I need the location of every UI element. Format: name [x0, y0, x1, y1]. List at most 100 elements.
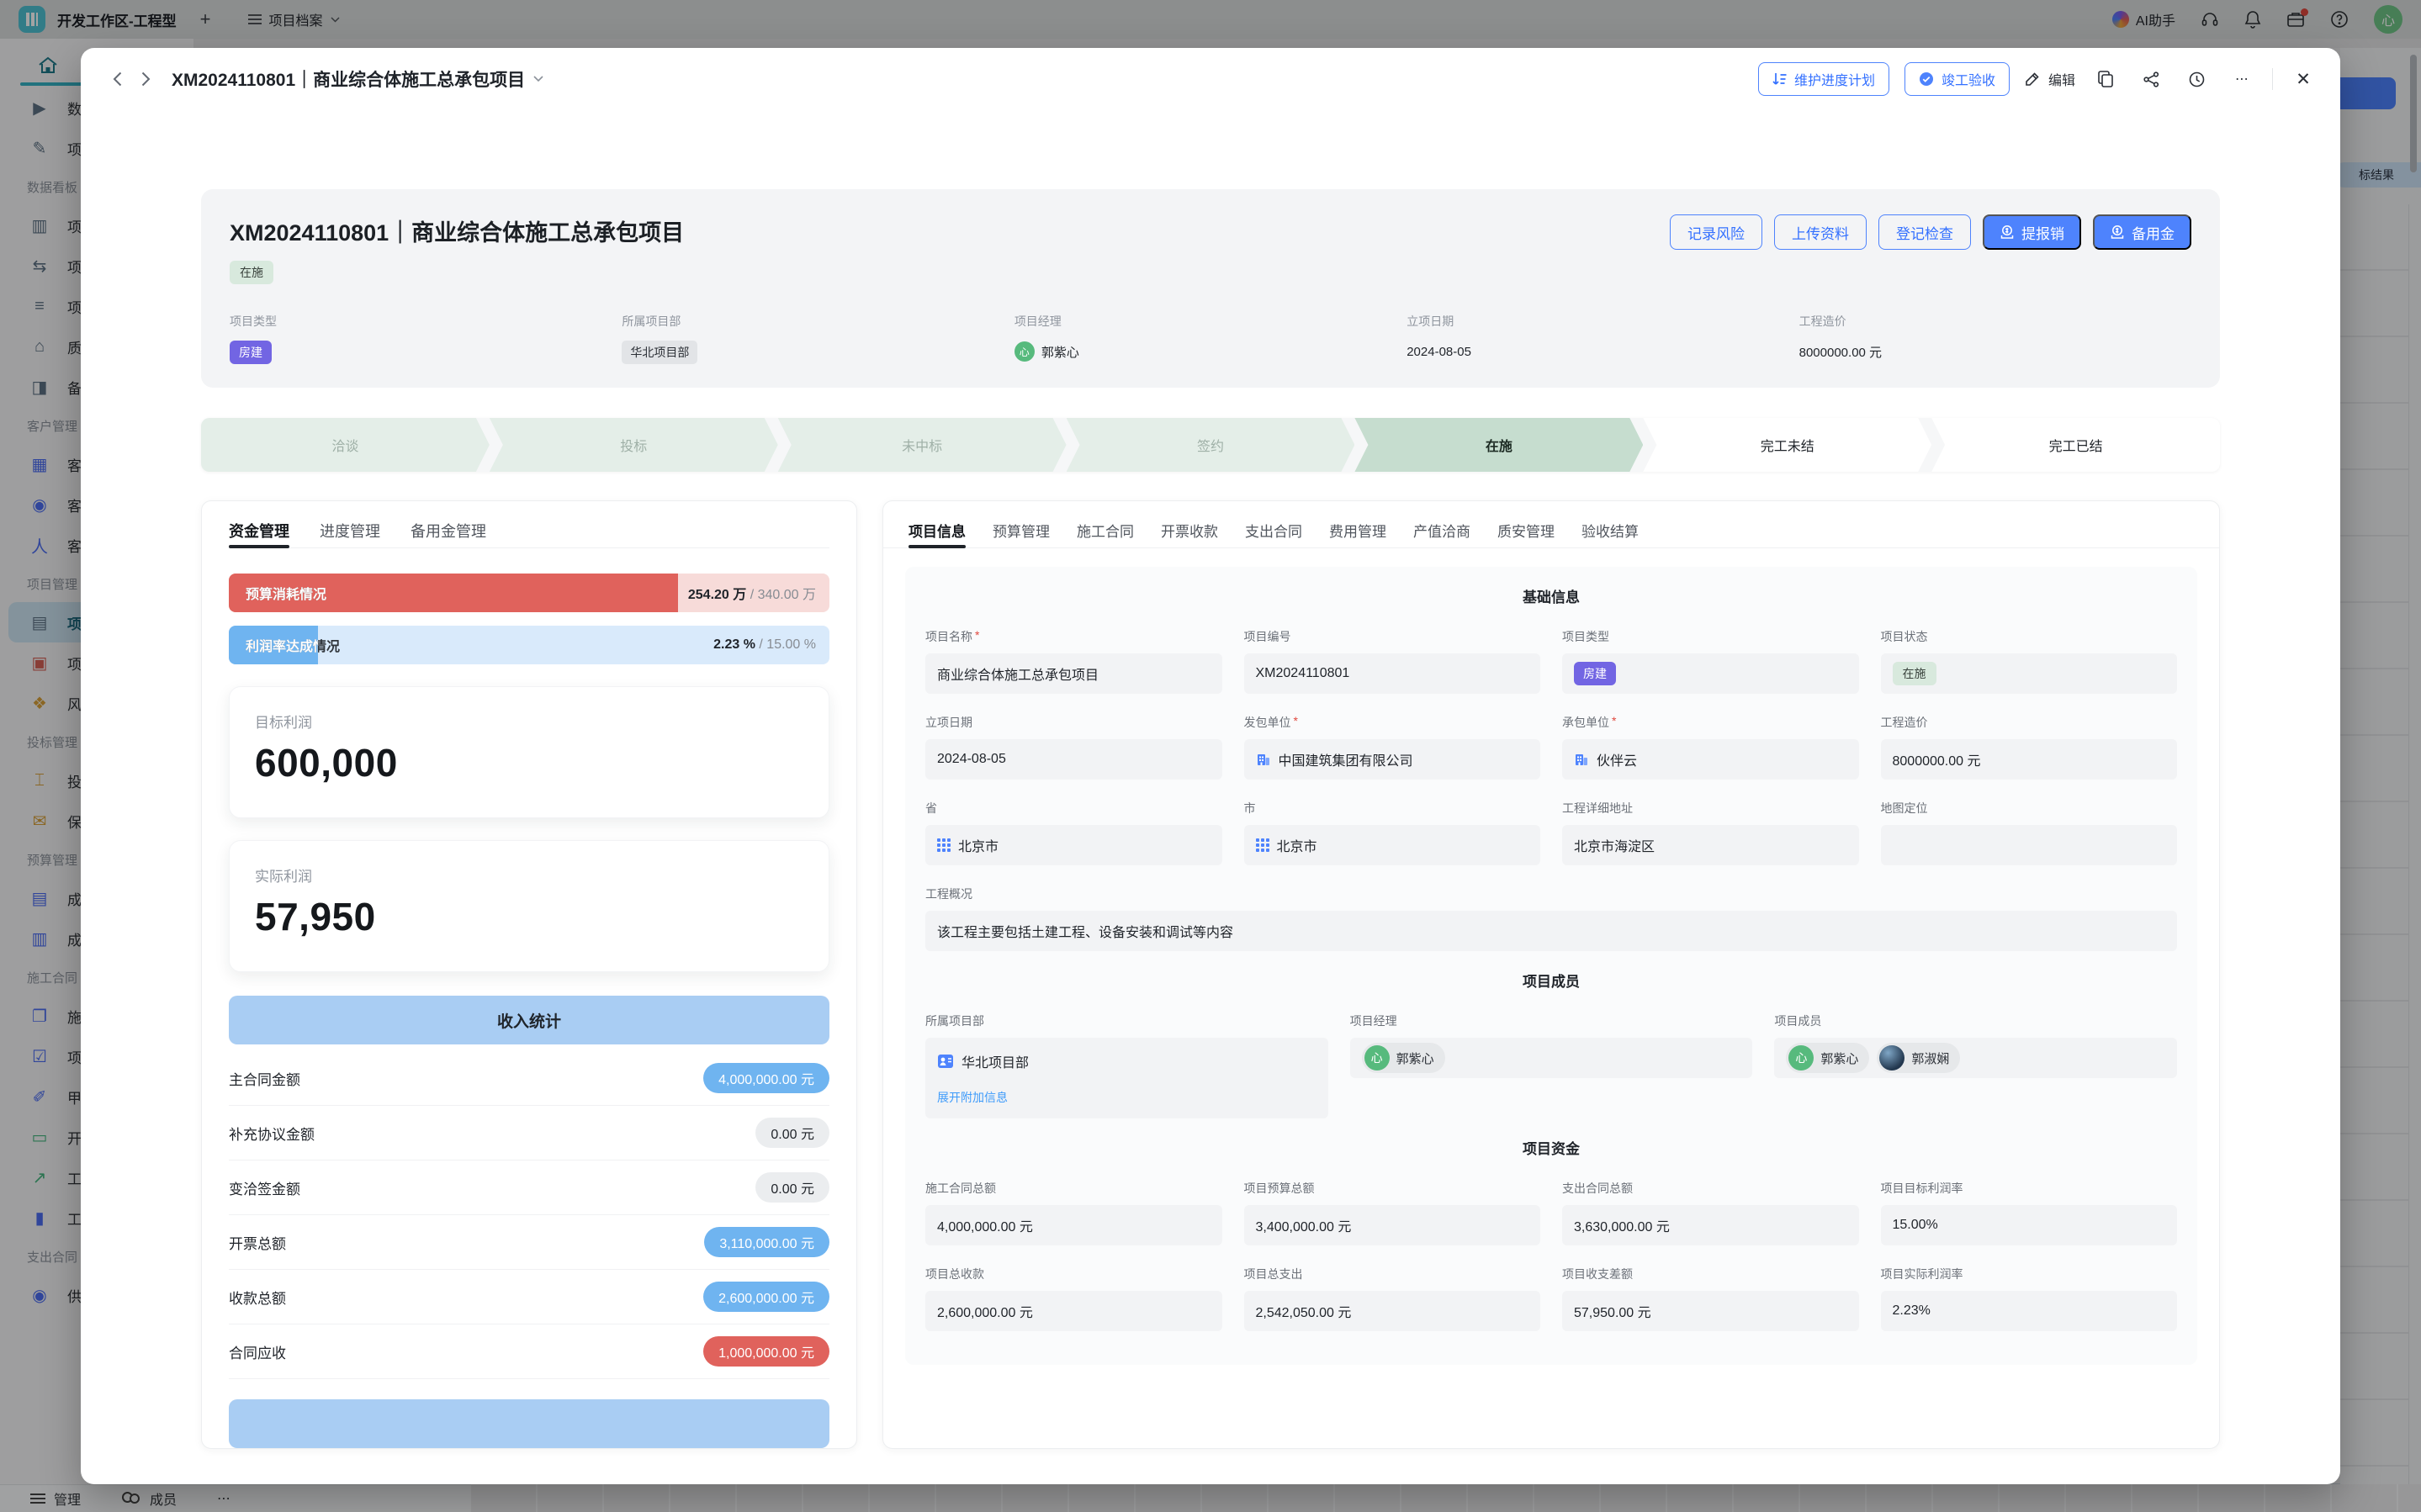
pencil-icon	[2025, 71, 2040, 87]
dollar-deposit-icon	[2000, 225, 2015, 240]
completion-acceptance-button[interactable]: 竣工验收	[1904, 62, 2010, 96]
field-actual-profit-rate: 项目实际利润率 2.23%	[1881, 1266, 2178, 1331]
field-contractor-company: 承包单位* 伙伴云	[1562, 714, 1859, 780]
project-detail-modal: XM2024110801｜商业综合体施工总承包项目 维护进度计划 竣工验收 编辑	[81, 48, 2340, 1484]
sort-list-icon	[1772, 72, 1787, 86]
stage-pipeline: 洽谈 投标 未中标 签约 在施 完工未结 完工已结	[201, 418, 2220, 472]
field-project-name: 项目名称* 商业综合体施工总承包项目	[925, 628, 1222, 694]
field-project-type: 项目类型 房建	[1562, 628, 1859, 694]
divider	[2272, 68, 2273, 90]
tab-acceptance-settlement[interactable]: 验收结算	[1581, 520, 1639, 547]
tab-quality-safety[interactable]: 质安管理	[1497, 520, 1555, 547]
building-icon	[1256, 752, 1271, 767]
amount-row-received: 收款总额 2,600,000.00 元	[229, 1270, 829, 1324]
income-statistics-button[interactable]: 收入统计	[229, 996, 829, 1044]
back-button[interactable]	[103, 65, 131, 93]
forward-button[interactable]	[131, 65, 160, 93]
tab-budget[interactable]: 预算管理	[993, 520, 1050, 547]
close-button[interactable]: ✕	[2288, 64, 2318, 94]
field-detailed-address: 工程详细地址 北京市海淀区	[1562, 800, 1859, 865]
summary-field-date: 立项日期 2024-08-05	[1407, 313, 1799, 364]
edit-button[interactable]: 编辑	[2025, 69, 2075, 89]
amount-pill: 4,000,000.00 元	[703, 1063, 829, 1093]
funds-panel: 资金管理 进度管理 备用金管理 预算消耗情况 预算消耗情况 254.20 万 /…	[201, 500, 857, 1449]
amount-pill: 1,000,000.00 元	[703, 1336, 829, 1367]
avatar	[1879, 1045, 1904, 1071]
department-badge: 华北项目部	[622, 341, 697, 364]
field-project-code: 项目编号 XM2024110801	[1244, 628, 1541, 694]
stage-signed[interactable]: 签约	[1067, 418, 1355, 472]
field-project-status: 项目状态 在施	[1881, 628, 2178, 694]
tab-output-negotiation[interactable]: 产值洽商	[1413, 520, 1470, 547]
amount-row-receivable: 合同应收 1,000,000.00 元	[229, 1324, 829, 1379]
member-pill: 郭淑娴	[1877, 1043, 1960, 1073]
stage-negotiation[interactable]: 洽谈	[201, 418, 490, 472]
field-total-paid: 项目总支出 2,542,050.00 元	[1244, 1266, 1541, 1331]
member-pill: 心 郭紫心	[1786, 1043, 1869, 1073]
tab-petty-cash-management[interactable]: 备用金管理	[411, 520, 486, 547]
clock-icon	[2189, 71, 2205, 87]
tab-invoicing[interactable]: 开票收款	[1161, 520, 1218, 547]
more-actions-button[interactable]: ⋯	[2227, 64, 2257, 94]
tab-cost-management[interactable]: 费用管理	[1329, 520, 1386, 547]
field-project-cost: 工程造价 8000000.00 元	[1881, 714, 2178, 780]
copy-button[interactable]	[2090, 64, 2121, 94]
status-badge: 在施	[230, 261, 273, 284]
field-budget-total: 项目预算总额 3,400,000.00 元	[1244, 1180, 1541, 1245]
field-project-manager: 项目经理 心 郭紫心	[1350, 1012, 1753, 1118]
amount-row-supplement: 补充协议金额 0.00 元	[229, 1106, 829, 1160]
avatar: 心	[1788, 1045, 1814, 1071]
tab-progress-management[interactable]: 进度管理	[320, 520, 380, 547]
project-summary-card: XM2024110801｜商业综合体施工总承包项目 在施 记录风险 上传资料 登…	[201, 189, 2220, 388]
chevron-left-icon	[113, 71, 122, 87]
city-grid-icon	[937, 838, 951, 852]
stage-in-construction[interactable]: 在施	[1354, 418, 1643, 472]
actual-profit-card: 实际利润 57,950	[229, 840, 829, 972]
record-risk-button[interactable]: 记录风险	[1670, 214, 1762, 250]
cut-off-statistics-button[interactable]	[229, 1399, 829, 1448]
amount-pill: 3,110,000.00 元	[704, 1227, 829, 1257]
project-form: 基础信息 项目名称* 商业综合体施工总承包项目 项目编号 XM202411080…	[905, 567, 2197, 1365]
avatar: 心	[1014, 341, 1035, 362]
stage-finished-unsettled[interactable]: 完工未结	[1643, 418, 1931, 472]
summary-field-cost: 工程造价 8000000.00 元	[1799, 313, 2191, 364]
section-project-members: 项目成员	[925, 970, 2177, 991]
stage-bidding[interactable]: 投标	[490, 418, 778, 472]
upload-files-button[interactable]: 上传资料	[1774, 214, 1867, 250]
modal-title: XM2024110801｜商业综合体施工总承包项目	[172, 66, 543, 92]
share-icon	[2143, 71, 2159, 87]
share-button[interactable]	[2136, 64, 2166, 94]
field-balance: 项目收支差额 57,950.00 元	[1562, 1266, 1859, 1331]
tab-project-info[interactable]: 项目信息	[909, 520, 966, 547]
submit-expense-button[interactable]: 提报销	[1983, 214, 2081, 250]
history-button[interactable]	[2181, 64, 2212, 94]
summary-field-department: 所属项目部 华北项目部	[622, 313, 1014, 364]
amount-pill: 0.00 元	[755, 1118, 829, 1148]
expand-extra-info-link[interactable]: 展开附加信息	[937, 1089, 1008, 1106]
amount-pill: 0.00 元	[755, 1172, 829, 1203]
budget-bar-value: 254.20 万 / 340.00 万	[688, 583, 816, 603]
register-inspection-button[interactable]: 登记检查	[1878, 214, 1971, 250]
maintain-schedule-button[interactable]: 维护进度计划	[1758, 62, 1889, 96]
stage-not-won[interactable]: 未中标	[778, 418, 1067, 472]
field-department: 所属项目部 华北项目部 展开附加信息	[925, 1012, 1328, 1118]
tab-construction-contract[interactable]: 施工合同	[1077, 520, 1134, 547]
tab-expense-contract[interactable]: 支出合同	[1245, 520, 1302, 547]
project-info-panel: 项目信息 预算管理 施工合同 开票收款 支出合同 费用管理 产值洽商 质安管理 …	[882, 500, 2220, 1449]
field-construction-contract-total: 施工合同总额 4,000,000.00 元	[925, 1180, 1222, 1245]
stage-finished-settled[interactable]: 完工已结	[1931, 418, 2220, 472]
field-target-profit-rate: 项目目标利润率 15.00%	[1881, 1180, 2178, 1245]
modal-body: XM2024110801｜商业综合体施工总承包项目 在施 记录风险 上传资料 登…	[81, 110, 2340, 1484]
tab-funds-management[interactable]: 资金管理	[229, 520, 289, 547]
profit-bar-value: 2.23 % / 15.00 %	[713, 637, 816, 653]
field-expense-contract-total: 支出合同总额 3,630,000.00 元	[1562, 1180, 1859, 1245]
city-grid-icon	[1256, 838, 1269, 852]
section-basic-info: 基础信息	[925, 585, 2177, 606]
field-project-overview: 工程概况 该工程主要包括土建工程、设备安装和调试等内容	[925, 886, 2177, 951]
field-project-members: 项目成员 心 郭紫心 郭淑娴	[1774, 1012, 2177, 1118]
summary-field-manager: 项目经理 心郭紫心	[1014, 313, 1407, 364]
status-badge: 在施	[1893, 662, 1936, 685]
type-badge: 房建	[1574, 662, 1616, 685]
petty-cash-button[interactable]: 备用金	[2093, 214, 2191, 250]
field-total-received: 项目总收款 2,600,000.00 元	[925, 1266, 1222, 1331]
